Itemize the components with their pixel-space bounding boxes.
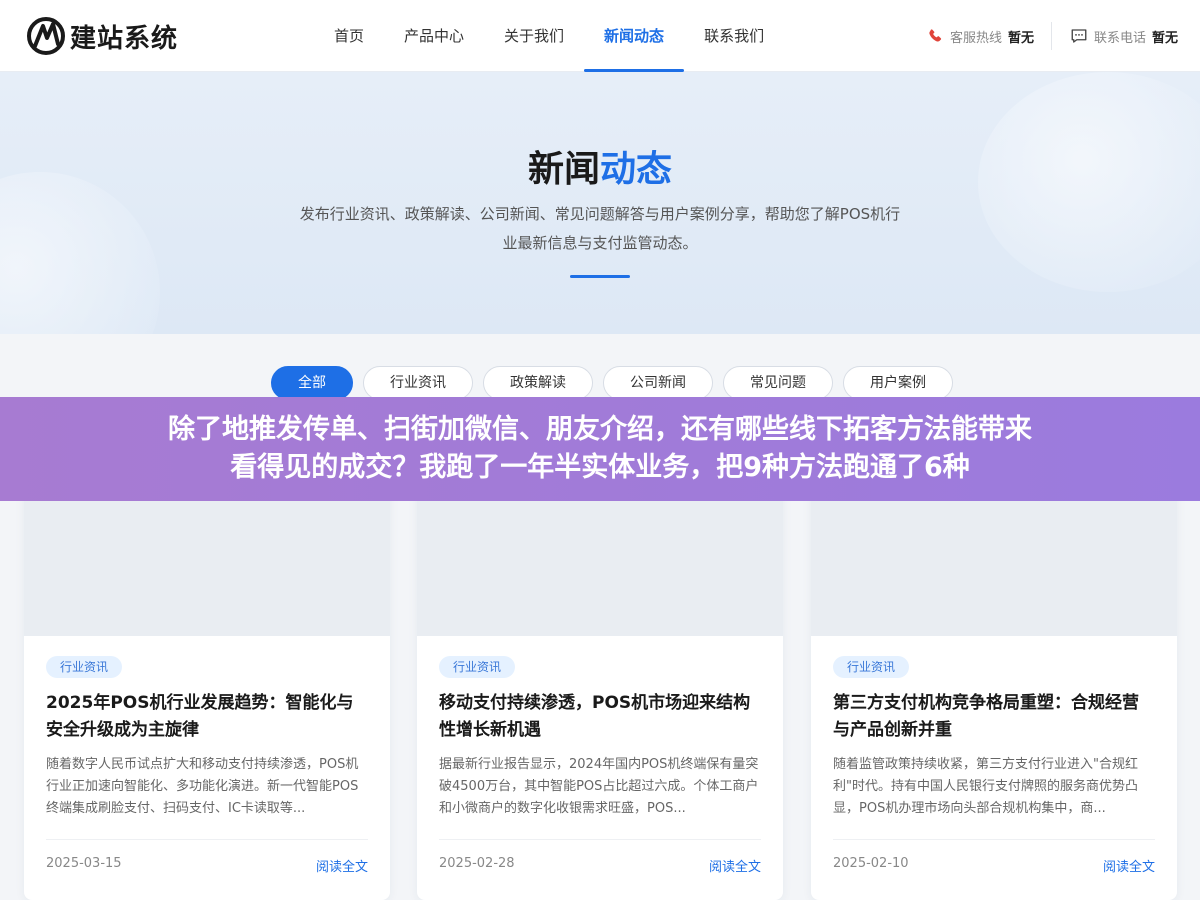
phone-icon — [929, 29, 942, 42]
filter-cases[interactable]: 用户案例 — [843, 366, 953, 400]
page-subtitle-line: 发布行业资讯、政策解读、公司新闻、常见问题解答与用户案例分享，帮助您了解POS机… — [299, 205, 901, 223]
news-card-tag: 行业资讯 — [833, 656, 910, 678]
decor-circle — [0, 172, 160, 334]
nav-item-products[interactable]: 产品中心 — [384, 0, 484, 72]
news-card-title[interactable]: 2025年POS机行业发展趋势：智能化与安全升级成为主旋律 — [46, 690, 368, 744]
read-more-link[interactable]: 阅读全文 — [709, 856, 761, 875]
headline-banner[interactable]: 除了地推发传单、扫街加微信、朋友介绍，还有哪些线下拓客方法能带来 看得见的成交？… — [0, 397, 1200, 501]
page-title-main: 新闻 — [527, 149, 600, 190]
news-card-date: 2025-02-10 — [833, 856, 909, 871]
logo-text: 建站系统 — [70, 23, 179, 54]
hotline-value: 暂无 — [1008, 30, 1035, 46]
site-header: 建站系统 首页 产品中心 关于我们 新闻动态 联系我们 客服热线 暂无 联系电话… — [0, 0, 1200, 72]
hotline-info: 客服热线 暂无 — [926, 0, 1034, 72]
news-card-divider — [439, 839, 761, 840]
hero-section: 新闻动态 发布行业资讯、政策解读、公司新闻、常见问题解答与用户案例分享，帮助您了… — [0, 72, 1200, 334]
news-card-desc: 随着数字人民币试点扩大和移动支付持续渗透，POS机行业正加速向智能化、多功能化演… — [46, 757, 359, 816]
news-card-date: 2025-02-28 — [439, 856, 515, 871]
banner-text: 看得见的成交？我跑了一年半实体业务，把9种方法跑通了6种 — [230, 452, 970, 483]
news-card-title[interactable]: 第三方支付机构竞争格局重塑：合规经营与产品创新并重 — [833, 690, 1155, 744]
page-title-accent: 动态 — [600, 149, 673, 190]
nav-item-contact[interactable]: 联系我们 — [684, 0, 784, 72]
page-title: 新闻动态 — [0, 140, 1200, 192]
news-card[interactable]: 行业资讯 2025年POS机行业发展趋势：智能化与安全升级成为主旋律 随着数字人… — [24, 470, 390, 900]
filter-all[interactable]: 全部 — [271, 366, 353, 400]
news-card[interactable]: 行业资讯 移动支付持续渗透，POS机市场迎来结构性增长新机遇 据最新行业报告显示… — [417, 470, 783, 900]
news-card-tag: 行业资讯 — [46, 656, 123, 678]
header-divider — [1051, 22, 1052, 50]
chat-icon — [1071, 29, 1087, 43]
news-card-date: 2025-03-15 — [46, 856, 122, 871]
nav-item-home[interactable]: 首页 — [314, 0, 384, 72]
nav-item-news[interactable]: 新闻动态 — [584, 0, 685, 72]
page-subtitle-line: 业最新信息与支付监管动态。 — [502, 234, 698, 252]
news-card-title[interactable]: 移动支付持续渗透，POS机市场迎来结构性增长新机遇 — [439, 690, 761, 744]
title-underline — [570, 275, 630, 278]
news-card-desc: 随着监管政策持续收紧，第三方支付行业进入"合规红利"时代。持有中国人民银行支付牌… — [833, 757, 1138, 816]
news-card-tag: 行业资讯 — [439, 656, 516, 678]
hotline-label: 客服热线 — [950, 30, 1003, 46]
filter-company-news[interactable]: 公司新闻 — [603, 366, 713, 400]
nav-item-about[interactable]: 关于我们 — [484, 0, 584, 72]
banner-text: 除了地推发传单、扫街加微信、朋友介绍，还有哪些线下拓客方法能带来 — [168, 414, 1032, 445]
read-more-link[interactable]: 阅读全文 — [1103, 856, 1155, 875]
logo[interactable]: 建站系统 — [26, 16, 178, 56]
news-card-divider — [46, 839, 368, 840]
news-card-divider — [833, 839, 1155, 840]
news-card-desc: 据最新行业报告显示，2024年国内POS机终端保有量突破4500万台，其中智能P… — [439, 757, 759, 816]
phone-info: 联系电话 暂无 — [1070, 0, 1178, 72]
phone-value: 暂无 — [1152, 30, 1179, 46]
read-more-link[interactable]: 阅读全文 — [316, 856, 368, 875]
page-subtitle: 发布行业资讯、政策解读、公司新闻、常见问题解答与用户案例分享，帮助您了解POS机… — [270, 200, 930, 258]
filter-industry-news[interactable]: 行业资讯 — [363, 366, 473, 400]
filter-policy[interactable]: 政策解读 — [483, 366, 593, 400]
filter-faq[interactable]: 常见问题 — [723, 366, 833, 400]
phone-label: 联系电话 — [1094, 30, 1147, 46]
main-nav: 首页 产品中心 关于我们 新闻动态 联系我们 — [314, 0, 784, 72]
logo-mark-icon — [27, 17, 65, 55]
category-filters: 全部 行业资讯 政策解读 公司新闻 常见问题 用户案例 — [271, 366, 953, 400]
news-card[interactable]: 行业资讯 第三方支付机构竞争格局重塑：合规经营与产品创新并重 随着监管政策持续收… — [811, 470, 1177, 900]
